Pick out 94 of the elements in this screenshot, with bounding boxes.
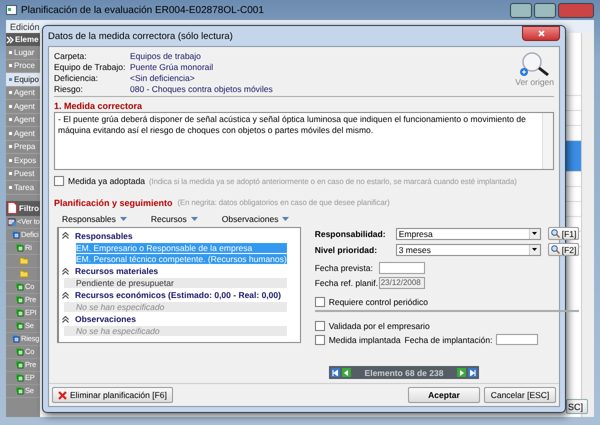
group-heading: Recursos económicos (Estimado: 0,00 - Real: 0,00)	[75, 290, 281, 300]
last-button[interactable]	[468, 368, 478, 377]
next-icon	[458, 370, 465, 376]
sidebar-item[interactable]: Prepa	[6, 140, 40, 154]
checkbox-label: Requiere control periódico	[328, 297, 428, 307]
sidebar-item[interactable]: Puest	[6, 168, 40, 181]
search-icon	[550, 229, 560, 238]
app-icon	[6, 5, 17, 15]
delete-planning-button[interactable]: Eliminar planificación [F6]	[52, 387, 173, 403]
group-heading: Observaciones	[75, 314, 136, 324]
dropdown[interactable]: 3 meses	[396, 244, 541, 256]
last-icon	[470, 370, 476, 376]
field-label: Deficiencia:	[54, 73, 99, 83]
caret-icon	[532, 248, 538, 251]
sidebar-item[interactable]: Agent	[6, 100, 40, 114]
previous-icon	[343, 370, 350, 376]
dropdown-menu[interactable]: Recursos	[150, 214, 198, 224]
field-label: Fecha prevista:	[314, 263, 374, 273]
dropdown-menu[interactable]: Responsables	[62, 214, 127, 224]
cancel-button[interactable]: Cancelar [ESC]	[484, 387, 556, 403]
menu-item[interactable]: Edición	[10, 22, 40, 32]
checkbox[interactable]	[314, 297, 325, 307]
view-origin-button[interactable]: Ver origen	[515, 51, 554, 94]
field-label: Equipo de Trabajo:	[54, 62, 126, 72]
view-icon	[8, 218, 16, 226]
sidebar-item[interactable]: Agent	[6, 114, 40, 127]
list-item[interactable]: EM. Empresario o Responsable de la empresa	[76, 242, 287, 252]
cancel-button[interactable]: SC]	[566, 399, 588, 414]
first-icon	[332, 370, 338, 376]
previous-button[interactable]	[342, 368, 351, 377]
sidebar-item[interactable]: Tarea	[6, 181, 40, 194]
section-heading: Planificación y seguimiento	[54, 198, 173, 208]
field-label: Nivel prioridad:	[314, 244, 378, 254]
caret-icon	[532, 232, 538, 235]
section-heading: 1. Medida correctora	[54, 101, 144, 111]
sidebar-item[interactable]: Equipo	[6, 73, 40, 86]
checkbox[interactable]	[314, 321, 325, 331]
magnifier-icon	[518, 51, 552, 77]
checkbox[interactable]	[314, 334, 325, 344]
caret-icon	[120, 217, 127, 221]
sidebar-item[interactable]: Lugar	[6, 46, 40, 60]
field-value: Puente Grúa monorail	[130, 62, 214, 72]
record-counter: Elemento 68 de 238	[364, 368, 444, 378]
checkbox-label: Medida ya adoptada	[68, 176, 146, 186]
list-item[interactable]: No se ha especificado	[64, 326, 287, 336]
sidebar-header: Eleme	[15, 35, 39, 44]
checkbox[interactable]	[54, 176, 64, 186]
field-value: Equipos de trabajo	[130, 51, 202, 61]
dropdown[interactable]: Empresa	[396, 228, 541, 240]
list-item[interactable]: Pendiente de presupuetar	[64, 278, 287, 288]
date-field: 23/12/2008	[378, 277, 425, 289]
close-button[interactable]	[522, 26, 560, 41]
field-value: 080 - Choques contra objetos móviles	[130, 84, 273, 94]
checkbox-label: Validada por el empresario	[328, 321, 430, 331]
sidebar-item[interactable]: Agent	[6, 127, 40, 140]
field-label: Riesgo:	[54, 84, 84, 94]
search-icon	[550, 245, 560, 254]
group-heading: Recursos materiales	[75, 266, 158, 276]
minimize-button[interactable]	[510, 2, 532, 18]
list-item[interactable]: EM. Personal técnico competente. (Recursos humanos)	[76, 254, 287, 264]
double-chevron-icon	[6, 36, 14, 44]
field-label: Fecha ref. planif.	[314, 278, 379, 288]
caret-icon	[190, 217, 198, 221]
first-button[interactable]	[330, 368, 340, 377]
window-title: Planificación de la evaluación ER004-E02878OL-C001	[21, 4, 264, 16]
sidebar-item[interactable]: Agent	[6, 86, 40, 100]
group-heading: Responsables	[75, 230, 133, 240]
collapse-icon	[62, 232, 69, 239]
field-value: <Sin deficiencia>	[130, 73, 196, 83]
field-label: Carpeta:	[54, 51, 88, 61]
date-field[interactable]	[378, 262, 425, 274]
collapse-icon	[62, 316, 69, 322]
dialog-title: Datos de la medida correctora (sólo lectura)	[48, 30, 233, 42]
collapse-icon	[62, 268, 69, 274]
field-label: Responsabilidad:	[314, 228, 387, 238]
caret-icon	[282, 217, 290, 221]
dropdown-menu[interactable]: Observaciones	[222, 214, 290, 224]
search-button[interactable]: [F1]	[548, 227, 580, 240]
cross-icon	[58, 390, 67, 400]
collapse-icon	[62, 292, 69, 298]
accept-button[interactable]: Aceptar	[408, 387, 480, 403]
next-button[interactable]	[457, 368, 466, 377]
checkbox-label: Medida implantada	[328, 334, 401, 344]
document-icon	[7, 202, 17, 214]
filter-header: Filtro	[19, 204, 39, 212]
close-icon	[538, 30, 544, 37]
sidebar-item[interactable]: Expos	[6, 154, 40, 168]
maximize-button[interactable]	[534, 2, 556, 18]
list-item[interactable]: No se han especificado	[64, 302, 287, 312]
field-label: Fecha de implantación:	[404, 334, 492, 344]
selected-row[interactable]	[566, 141, 581, 172]
search-button[interactable]: [F2]	[548, 243, 580, 256]
date-field[interactable]	[496, 334, 538, 345]
text-area[interactable]: - El puente grúa deberá disponer de señal acústica y señal óptica luminosa que indiquen el funcionamiento o movimiento de máquina evitando así el riesgo de choques con objetos o partes móviles del mismo.	[54, 112, 554, 170]
